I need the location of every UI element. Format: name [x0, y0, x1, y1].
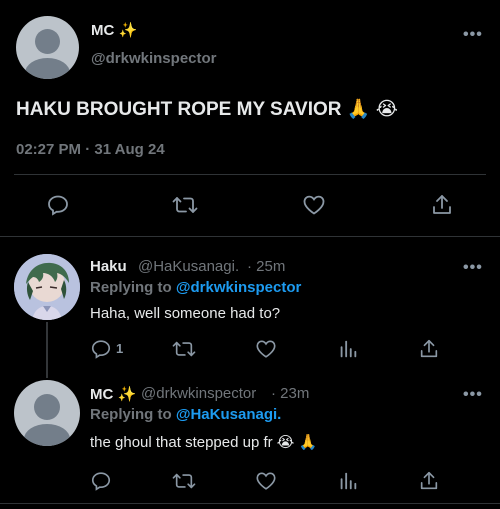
replying-to-line: Replying to @HaKusanagi.	[90, 406, 281, 423]
share-icon[interactable]	[418, 470, 440, 492]
reply-icon[interactable]	[90, 470, 112, 492]
replying-to-line: Replying to @drkwkinspector	[90, 279, 301, 296]
reply-count: 1	[116, 341, 124, 356]
reply-time: · 23m	[271, 385, 310, 402]
retweet-icon[interactable]	[172, 470, 196, 492]
share-icon[interactable]	[418, 338, 440, 360]
divider	[0, 236, 500, 237]
replying-to-link[interactable]: @HaKusanagi.	[176, 406, 281, 423]
reply-more-icon[interactable]: •••	[463, 386, 483, 404]
retweet-icon[interactable]	[172, 338, 196, 360]
replying-to-label: Replying to	[90, 406, 172, 423]
reply-icon[interactable]	[90, 338, 112, 360]
retweet-icon[interactable]	[172, 193, 198, 217]
reply-text: Haha, well someone had to?	[90, 305, 281, 322]
reply-handle[interactable]: @HaKusanagi.	[138, 258, 239, 275]
reply-more-icon[interactable]: •••	[463, 259, 483, 277]
main-more-icon[interactable]: •••	[463, 26, 483, 44]
analytics-icon[interactable]	[337, 470, 359, 492]
reply-display-name[interactable]: MC ✨	[90, 385, 136, 403]
like-icon[interactable]	[302, 193, 326, 217]
reply-icon[interactable]	[46, 193, 70, 217]
analytics-icon[interactable]	[337, 338, 359, 360]
replying-to-link[interactable]: @drkwkinspector	[176, 279, 302, 296]
reply-avatar-mc[interactable]	[14, 380, 80, 446]
main-avatar[interactable]	[16, 16, 79, 79]
reply-time: · 25m	[247, 258, 286, 275]
reply-text: the ghoul that stepped up fr 😭 🙏	[90, 434, 318, 451]
divider	[0, 503, 500, 504]
reply-avatar-haku[interactable]	[14, 254, 80, 320]
replying-to-label: Replying to	[90, 279, 172, 296]
reply-display-name[interactable]: Haku	[90, 258, 127, 275]
thread-line	[46, 322, 48, 378]
main-timestamp: 02:27 PM · 31 Aug 24	[16, 141, 165, 158]
main-handle[interactable]: @drkwkinspector	[91, 50, 217, 67]
reply-handle[interactable]: @drkwkinspector	[141, 385, 256, 402]
like-icon[interactable]	[255, 470, 277, 492]
divider	[14, 174, 486, 175]
like-icon[interactable]	[255, 338, 277, 360]
main-display-name[interactable]: MC ✨	[91, 21, 137, 39]
main-tweet-text: HAKU BROUGHT ROPE MY SAVIOR 🙏 😭	[16, 99, 398, 120]
share-icon[interactable]	[430, 193, 454, 217]
